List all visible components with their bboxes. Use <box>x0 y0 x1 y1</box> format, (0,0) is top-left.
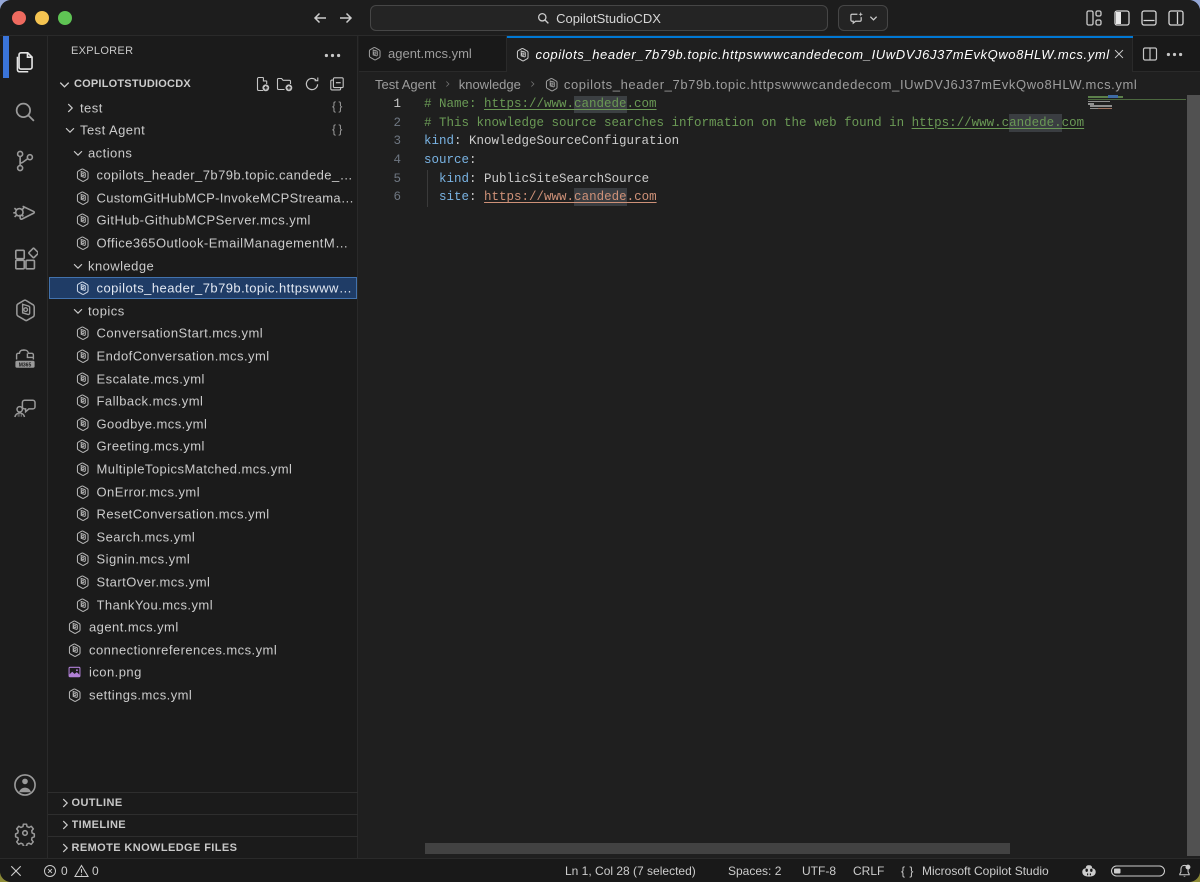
svg-text:M365: M365 <box>19 362 32 368</box>
